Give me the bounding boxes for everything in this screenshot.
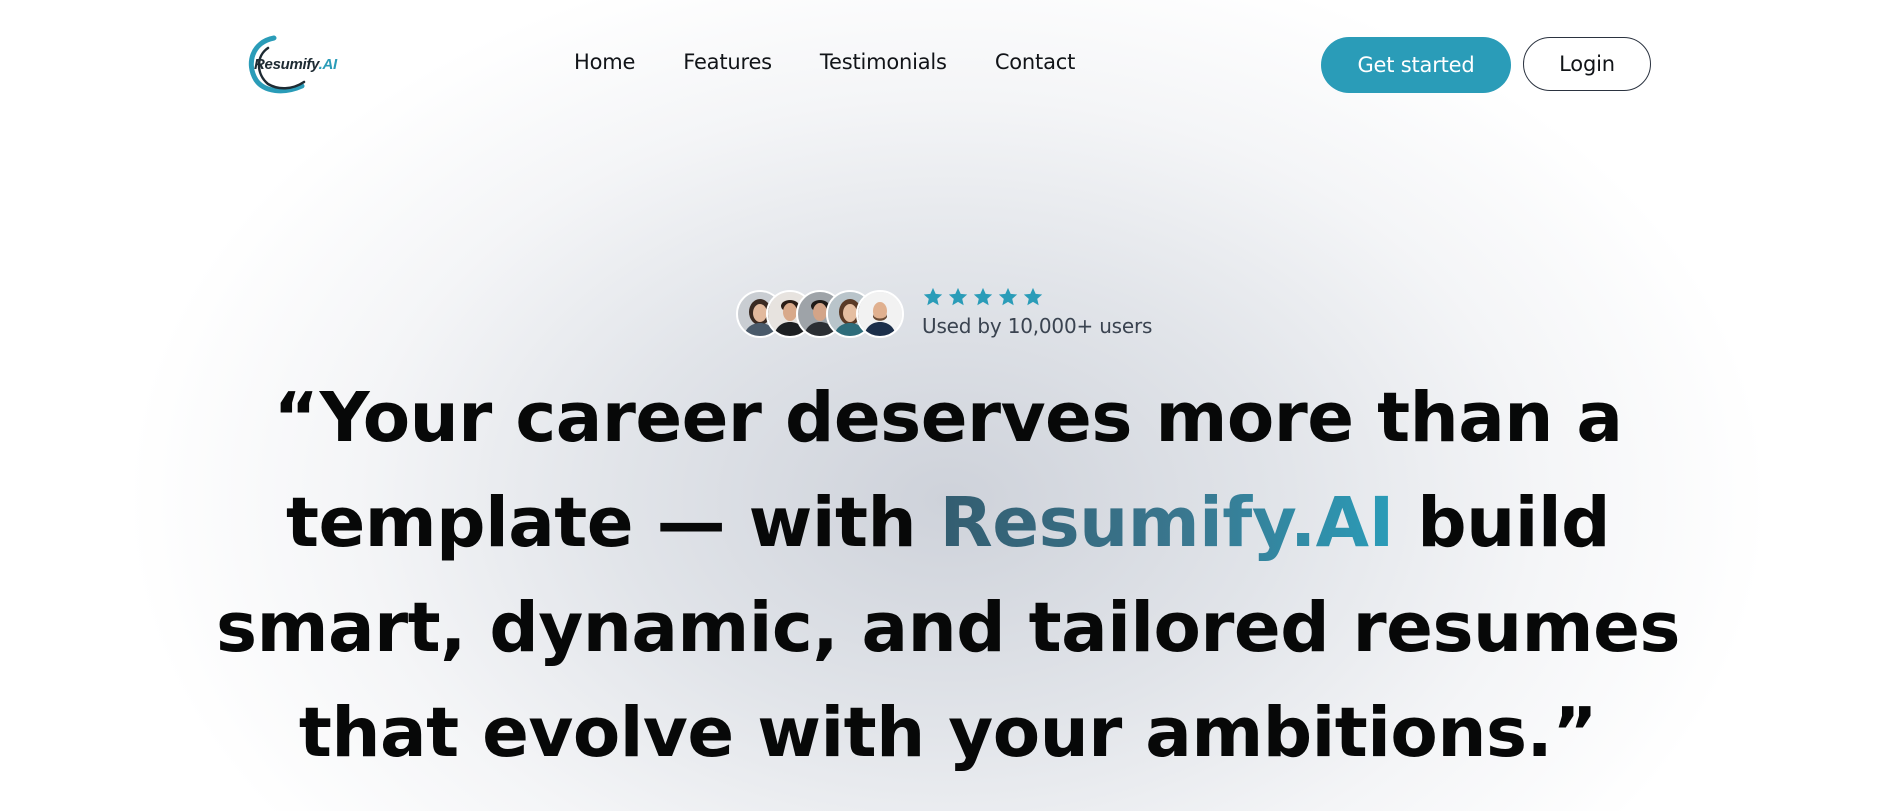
main-nav: Home Features Testimonials Contact [574, 50, 1123, 74]
landing-page: Resumify.AI Home Features Testimonials C… [0, 0, 1896, 811]
logo-suffix: .AI [318, 56, 338, 73]
star-icon [973, 287, 993, 306]
hero-brand-name: Resumify.AI [939, 483, 1395, 563]
nav-features[interactable]: Features [683, 50, 772, 74]
hero-line-1: “Your career deserves more than a [273, 378, 1623, 458]
logo-name: Resumify [254, 56, 319, 73]
avatar [856, 290, 904, 338]
login-button[interactable]: Login [1523, 37, 1651, 91]
star-icon [948, 287, 968, 306]
hero-headline: “Your career deserves more than a templa… [148, 366, 1748, 786]
users-count-text: Used by 10,000+ users [922, 314, 1153, 338]
star-icon [1023, 287, 1043, 306]
logo-wordmark: Resumify.AI [254, 56, 337, 73]
hero-line-2-prefix: template — with [286, 483, 940, 563]
get-started-button[interactable]: Get started [1321, 37, 1511, 93]
rating-stars [922, 286, 1044, 308]
user-avatars [736, 290, 906, 338]
hero-line-3: smart, dynamic, and tailored resumes [216, 588, 1680, 668]
nav-contact[interactable]: Contact [995, 50, 1076, 74]
nav-home[interactable]: Home [574, 50, 635, 74]
star-icon [923, 287, 943, 306]
nav-testimonials[interactable]: Testimonials [820, 50, 947, 74]
star-icon [998, 287, 1018, 306]
hero-line-4: that evolve with your ambitions.” [298, 693, 1598, 773]
hero-line-2-suffix: build [1393, 483, 1610, 563]
hero-line-2: template — with Resumify.AI build [148, 471, 1748, 576]
